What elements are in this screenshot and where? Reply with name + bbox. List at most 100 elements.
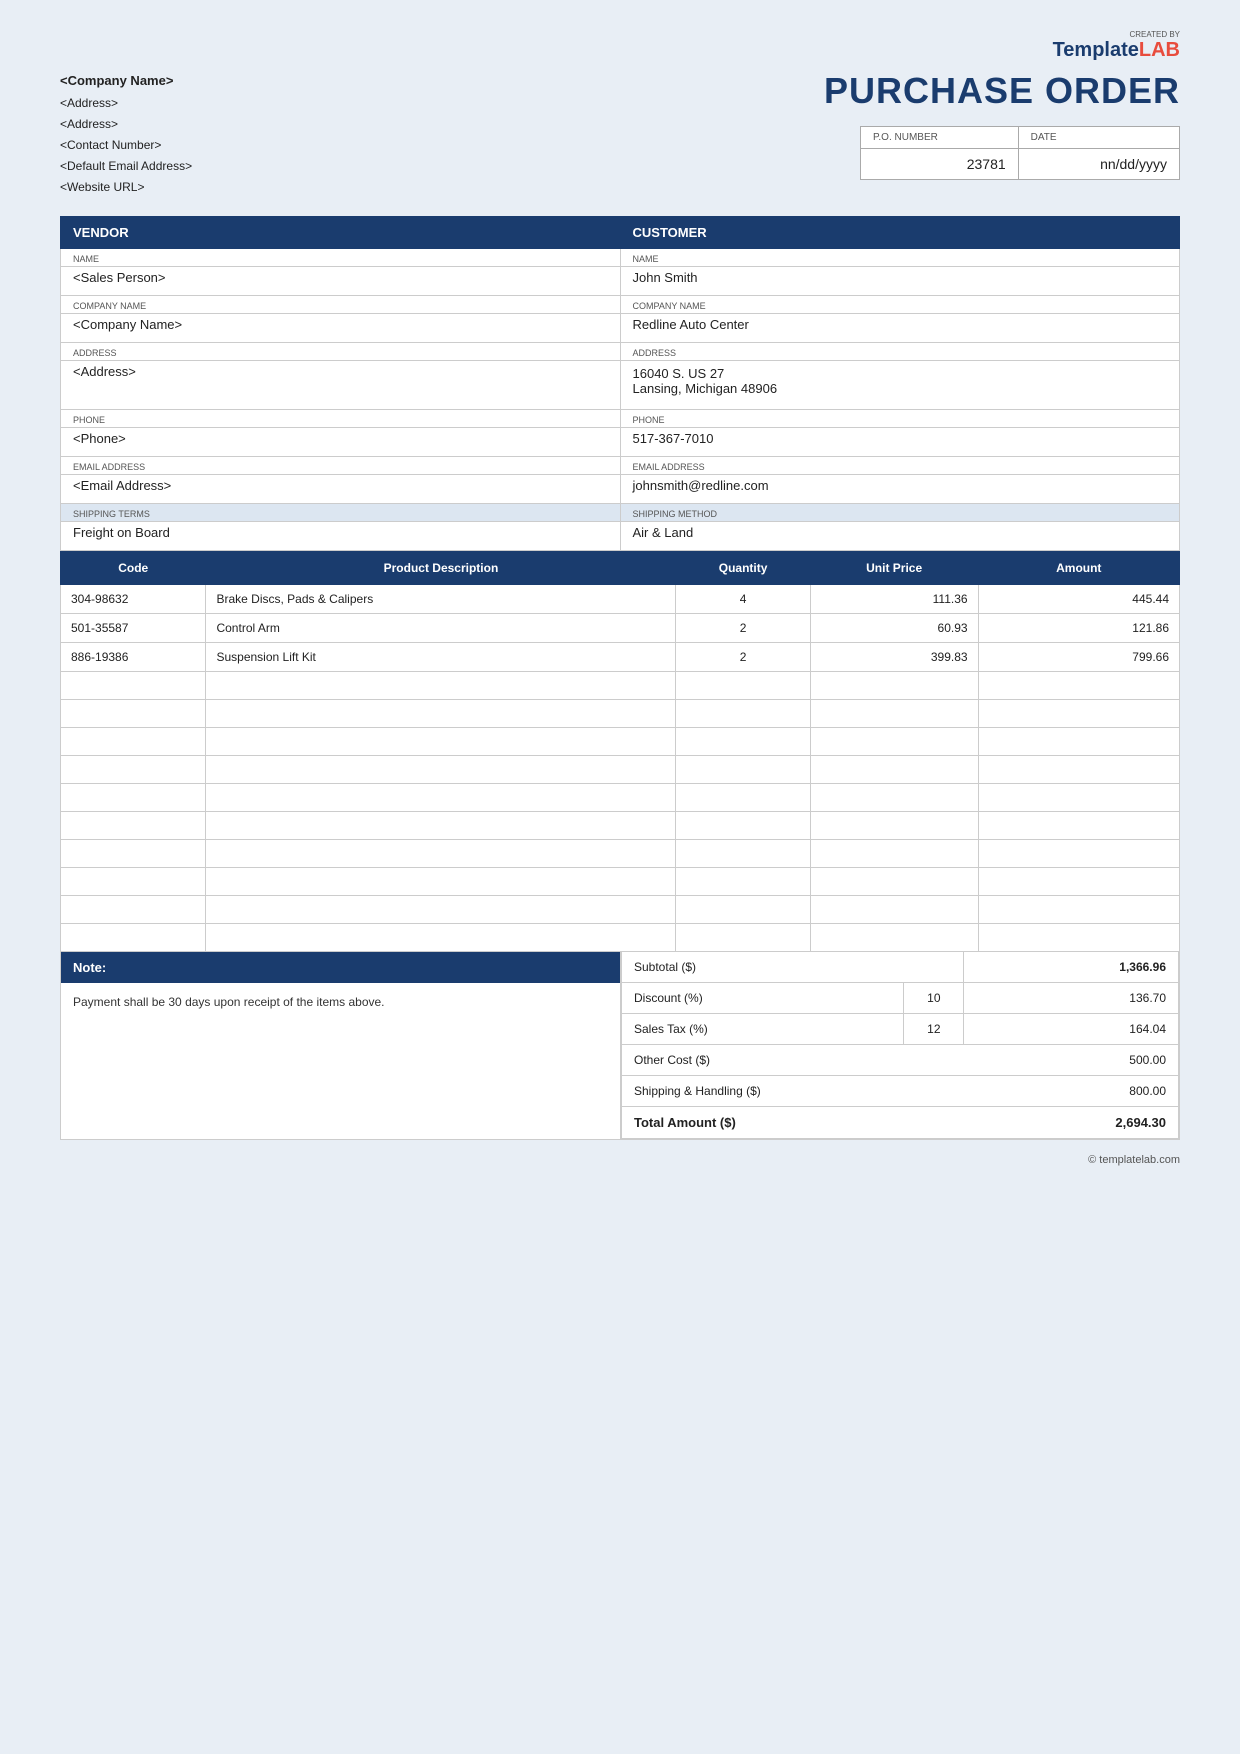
empty-row	[61, 811, 1180, 839]
other-cost-label: Other Cost ($)	[622, 1044, 964, 1075]
vendor-email-label: EMAIL ADDRESS	[61, 456, 621, 474]
product-unit-price: 111.36	[810, 584, 978, 613]
po-meta-table: P.O. NUMBER DATE 23781 nn/dd/yyyy	[860, 126, 1180, 180]
vendor-company-value: <Company Name>	[61, 313, 621, 342]
company-info: <Company Name> <Address> <Address> <Cont…	[60, 70, 192, 198]
po-date-value: nn/dd/yyyy	[1018, 149, 1179, 180]
product-amount: 799.66	[978, 642, 1179, 671]
sales-tax-value: 164.04	[964, 1013, 1179, 1044]
date-label: DATE	[1018, 127, 1179, 149]
customer-phone-value: 517-367-7010	[620, 427, 1180, 456]
customer-name-value: John Smith	[620, 266, 1180, 295]
bottom-section: Note: Payment shall be 30 days upon rece…	[60, 952, 1180, 1140]
table-row: 501-35587 Control Arm 2 60.93 121.86	[61, 613, 1180, 642]
totals-table: Subtotal ($) 1,366.96 Discount (%) 10 13…	[621, 952, 1179, 1139]
customer-email-label: EMAIL ADDRESS	[620, 456, 1180, 474]
company-address2: <Address>	[60, 114, 192, 135]
shipping-handling-value: 800.00	[964, 1075, 1179, 1106]
company-address1: <Address>	[60, 93, 192, 114]
product-description: Brake Discs, Pads & Calipers	[206, 584, 676, 613]
shipping-terms-value: Freight on Board	[61, 521, 621, 550]
empty-row	[61, 755, 1180, 783]
vendor-name-value: <Sales Person>	[61, 266, 621, 295]
logo-bar: CREATED BY TemplateLAB	[60, 30, 1180, 62]
customer-address-label: ADDRESS	[620, 342, 1180, 360]
customer-phone-label: PHONE	[620, 409, 1180, 427]
header-section: <Company Name> <Address> <Address> <Cont…	[60, 70, 1180, 198]
note-header: Note:	[61, 952, 620, 983]
shipping-terms-label: SHIPPING TERMS	[61, 503, 621, 521]
vendor-email-value: <Email Address>	[61, 474, 621, 503]
product-code: 886-19386	[61, 642, 206, 671]
product-unit-price: 60.93	[810, 613, 978, 642]
products-table: Code Product Description Quantity Unit P…	[60, 551, 1180, 952]
empty-row	[61, 671, 1180, 699]
vendor-company-label: COMPANY NAME	[61, 295, 621, 313]
company-name: <Company Name>	[60, 70, 192, 93]
po-title-block: PURCHASE ORDER P.O. NUMBER DATE 23781 nn…	[824, 70, 1180, 180]
table-row: 304-98632 Brake Discs, Pads & Calipers 4…	[61, 584, 1180, 613]
empty-row	[61, 867, 1180, 895]
customer-name-label: NAME	[620, 248, 1180, 266]
vendor-address-value: <Address>	[61, 360, 621, 409]
shipping-row: Shipping & Handling ($) 800.00	[622, 1075, 1179, 1106]
note-content: Payment shall be 30 days upon receipt of…	[61, 983, 620, 1021]
vendor-customer-table: VENDOR CUSTOMER NAME NAME <Sales Person>…	[60, 216, 1180, 551]
company-contact: <Contact Number>	[60, 135, 192, 156]
sales-tax-pct: 12	[904, 1013, 964, 1044]
vendor-phone-value: <Phone>	[61, 427, 621, 456]
product-code: 304-98632	[61, 584, 206, 613]
col-unit-price-header: Unit Price	[810, 551, 978, 584]
shipping-method-label: SHIPPING METHOD	[620, 503, 1180, 521]
total-label: Total Amount ($)	[622, 1106, 964, 1138]
empty-row	[61, 783, 1180, 811]
vendor-header: VENDOR	[61, 216, 621, 248]
vendor-name-label: NAME	[61, 248, 621, 266]
po-number-label: P.O. NUMBER	[861, 127, 1019, 149]
empty-row	[61, 895, 1180, 923]
discount-label: Discount (%)	[622, 982, 904, 1013]
sales-tax-label: Sales Tax (%)	[622, 1013, 904, 1044]
customer-address-value: 16040 S. US 27 Lansing, Michigan 48906	[620, 360, 1180, 409]
empty-row	[61, 727, 1180, 755]
shipping-method-value: Air & Land	[620, 521, 1180, 550]
totals-section: Subtotal ($) 1,366.96 Discount (%) 10 13…	[620, 952, 1180, 1140]
subtotal-value: 1,366.96	[964, 952, 1179, 983]
brand-lab: LAB	[1139, 39, 1180, 61]
subtotal-row: Subtotal ($) 1,366.96	[622, 952, 1179, 983]
empty-row	[61, 839, 1180, 867]
product-description: Control Arm	[206, 613, 676, 642]
other-cost-value: 500.00	[964, 1044, 1179, 1075]
company-email: <Default Email Address>	[60, 156, 192, 177]
col-description-header: Product Description	[206, 551, 676, 584]
created-by-label: CREATED BY	[60, 30, 1180, 39]
shipping-handling-label: Shipping & Handling ($)	[622, 1075, 964, 1106]
total-value: 2,694.30	[964, 1106, 1179, 1138]
product-quantity: 4	[676, 584, 810, 613]
product-unit-price: 399.83	[810, 642, 978, 671]
company-website: <Website URL>	[60, 177, 192, 198]
discount-row: Discount (%) 10 136.70	[622, 982, 1179, 1013]
col-quantity-header: Quantity	[676, 551, 810, 584]
product-description: Suspension Lift Kit	[206, 642, 676, 671]
table-row: 886-19386 Suspension Lift Kit 2 399.83 7…	[61, 642, 1180, 671]
product-amount: 445.44	[978, 584, 1179, 613]
product-amount: 121.86	[978, 613, 1179, 642]
note-section: Note: Payment shall be 30 days upon rece…	[60, 952, 620, 1140]
product-quantity: 2	[676, 613, 810, 642]
po-number-value: 23781	[861, 149, 1019, 180]
po-title: PURCHASE ORDER	[824, 70, 1180, 112]
brand-template: Template	[1053, 39, 1139, 61]
customer-company-value: Redline Auto Center	[620, 313, 1180, 342]
empty-row	[61, 699, 1180, 727]
total-row: Total Amount ($) 2,694.30	[622, 1106, 1179, 1138]
col-amount-header: Amount	[978, 551, 1179, 584]
product-quantity: 2	[676, 642, 810, 671]
product-code: 501-35587	[61, 613, 206, 642]
col-code-header: Code	[61, 551, 206, 584]
customer-email-value: johnsmith@redline.com	[620, 474, 1180, 503]
vendor-address-label: ADDRESS	[61, 342, 621, 360]
discount-value: 136.70	[964, 982, 1179, 1013]
customer-header: CUSTOMER	[620, 216, 1180, 248]
vendor-phone-label: PHONE	[61, 409, 621, 427]
